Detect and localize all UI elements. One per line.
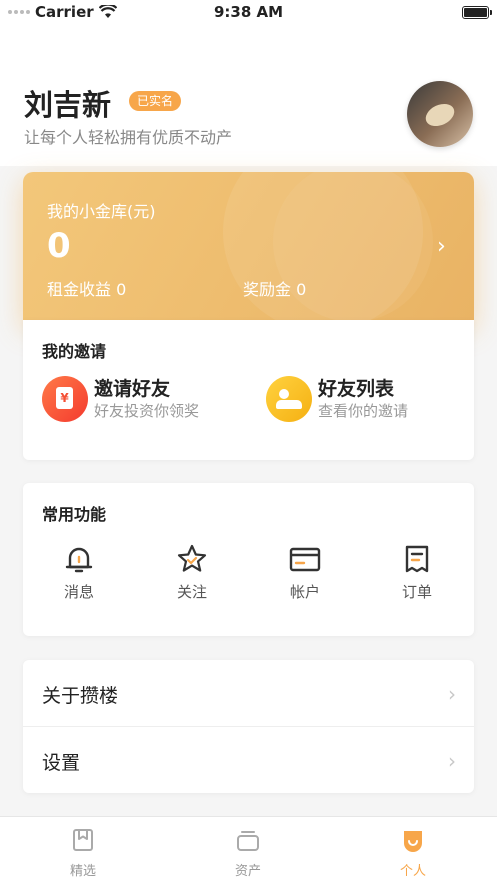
tab-featured[interactable]: 精选	[43, 827, 123, 879]
account-label: 帐户	[289, 583, 320, 601]
user-name: 刘吉新	[24, 88, 112, 122]
invite-friends-label: 邀请好友	[94, 378, 171, 400]
card-icon	[289, 547, 321, 572]
red-envelope-icon	[42, 376, 88, 422]
tab-assets-label: 资产	[234, 864, 261, 879]
friends-list-label: 好友列表	[318, 378, 395, 400]
tab-bar: 精选 资产 个人	[0, 816, 497, 883]
chevron-right-icon: ›	[448, 682, 456, 706]
profile-tab-icon	[404, 831, 422, 852]
chevron-right-icon: ›	[448, 749, 456, 773]
status-time: 9:38 AM	[213, 3, 284, 21]
chevron-right-icon[interactable]: ›	[437, 234, 446, 259]
follow-label: 关注	[176, 583, 207, 601]
vault-title: 我的小金库(元)	[47, 202, 156, 221]
tab-profile[interactable]: 个人	[373, 827, 453, 879]
orders-button[interactable]: 订单	[377, 543, 457, 602]
functions-card: 常用功能 消息 关注 帐户 订单	[23, 483, 474, 636]
tab-assets[interactable]: 资产	[208, 827, 288, 879]
menu-item-settings[interactable]: 设置 ›	[23, 727, 474, 793]
profile-slogan: 让每个人轻松拥有优质不动产	[24, 128, 233, 147]
invitation-title: 我的邀请	[42, 342, 107, 361]
friends-list-button[interactable]: 好友列表 查看你的邀请	[266, 376, 408, 422]
vault-card[interactable]: 我的小金库(元) 0 › 租金收益 0 奖励金 0	[23, 172, 474, 322]
tab-profile-label: 个人	[399, 864, 426, 879]
battery-icon	[462, 6, 492, 19]
messages-button[interactable]: 消息	[39, 543, 119, 602]
orders-label: 订单	[401, 583, 432, 601]
bell-icon	[65, 547, 93, 573]
functions-title: 常用功能	[42, 505, 107, 524]
bookmark-icon	[73, 829, 93, 851]
profile-header: 刘吉新 已实名 让每个人轻松拥有优质不动产	[0, 26, 497, 166]
friends-list-subtitle: 查看你的邀请	[318, 402, 409, 420]
menu-card: 关于攒楼 › 设置 ›	[23, 660, 474, 793]
assets-icon	[237, 831, 259, 851]
invitation-card: 我的邀请 邀请好友 好友投资你领奖 好友列表 查看你的邀请	[23, 320, 474, 460]
invite-friends-subtitle: 好友投资你领奖	[94, 402, 200, 420]
about-label: 关于攒楼	[42, 685, 119, 707]
follow-button[interactable]: 关注	[152, 543, 232, 602]
receipt-icon	[405, 545, 429, 573]
settings-label: 设置	[42, 752, 81, 774]
vault-amount: 0	[47, 226, 71, 266]
rent-income: 租金收益 0	[47, 280, 127, 299]
friends-icon	[266, 376, 312, 422]
menu-item-about[interactable]: 关于攒楼 ›	[23, 660, 474, 727]
account-button[interactable]: 帐户	[265, 543, 345, 602]
status-bar: Carrier 9:38 AM	[0, 0, 497, 26]
tab-featured-label: 精选	[69, 864, 96, 879]
invite-friends-button[interactable]: 邀请好友 好友投资你领奖	[42, 376, 199, 422]
star-icon	[177, 544, 207, 572]
bonus-amount: 奖励金 0	[243, 280, 307, 299]
verified-badge: 已实名	[129, 91, 182, 111]
messages-label: 消息	[63, 583, 94, 601]
avatar[interactable]	[407, 81, 473, 147]
